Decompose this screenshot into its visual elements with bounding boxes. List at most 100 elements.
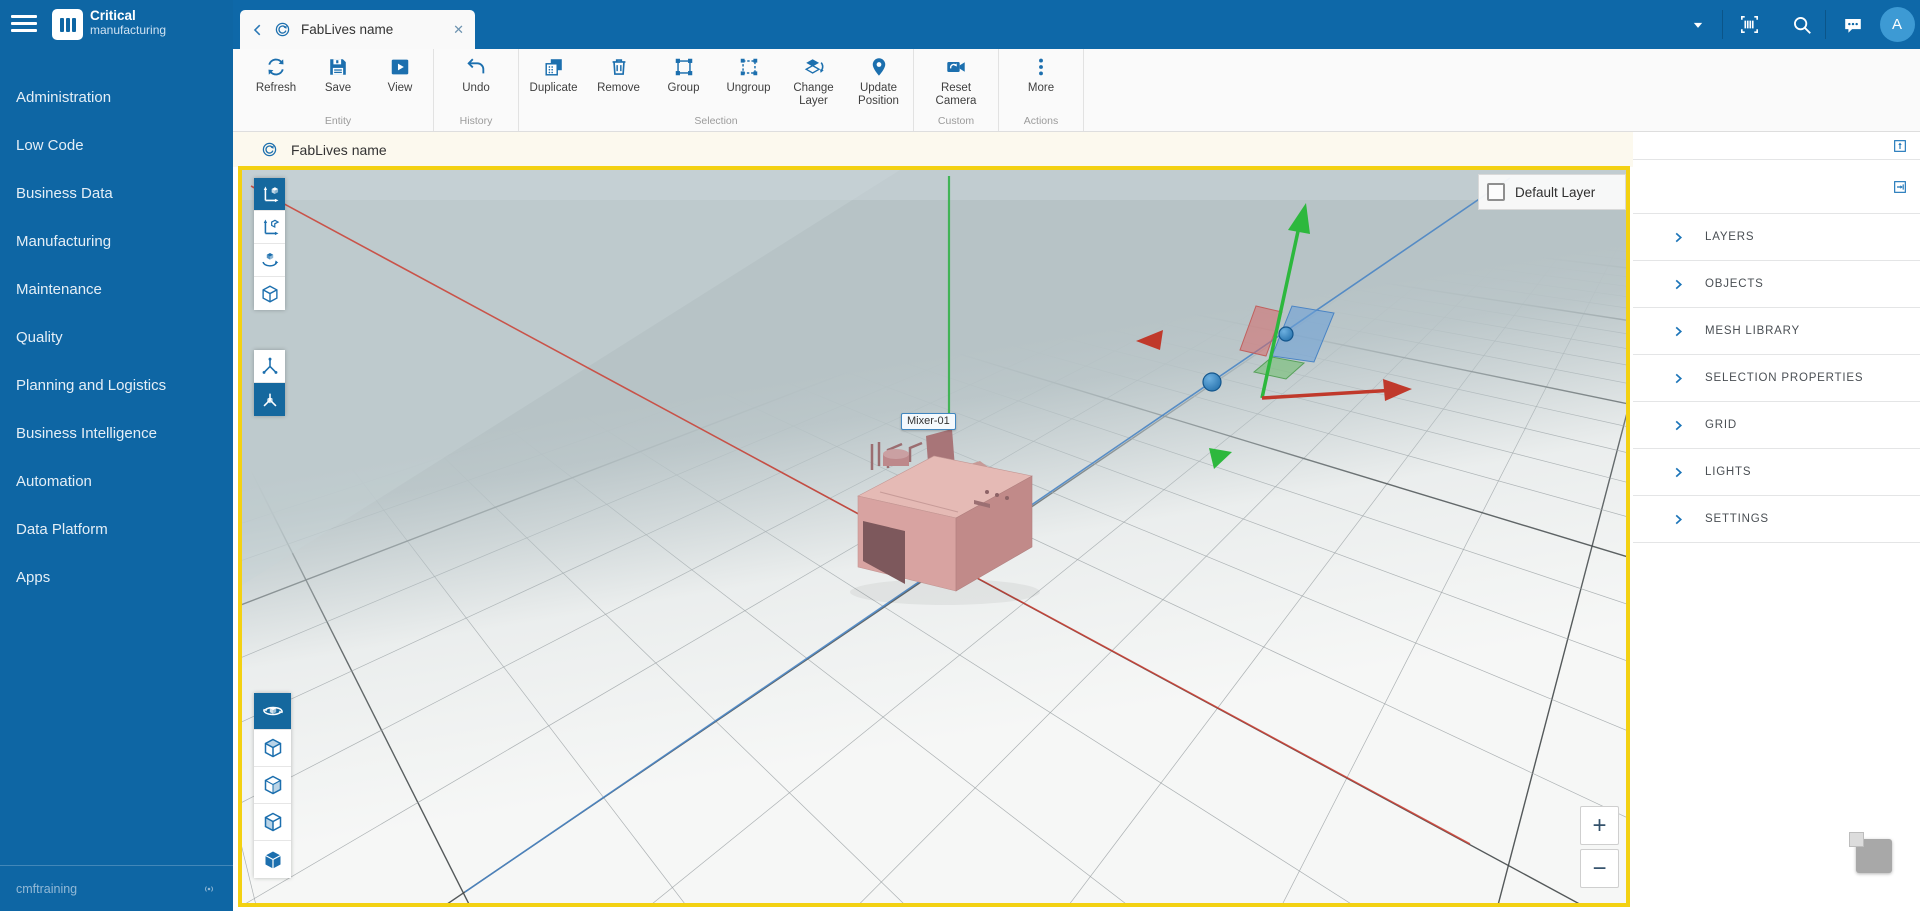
accordion-mesh-library[interactable]: MESH LIBRARY bbox=[1633, 308, 1920, 355]
sidebar-item-apps[interactable]: Apps bbox=[0, 553, 233, 601]
translate-tool-button[interactable] bbox=[254, 178, 285, 211]
more-dots-icon bbox=[1030, 56, 1052, 78]
button-label: Group bbox=[668, 82, 700, 95]
accordion-lights[interactable]: LIGHTS bbox=[1633, 449, 1920, 496]
button-label: Undo bbox=[462, 82, 490, 95]
sidebar-item-quality[interactable]: Quality bbox=[0, 313, 233, 361]
widget-thumbnail bbox=[1849, 832, 1864, 847]
translate-local-tool-button[interactable] bbox=[254, 211, 285, 244]
change-layer-button[interactable]: Change Layer bbox=[781, 49, 846, 115]
gizmo-sphere[interactable] bbox=[1203, 373, 1221, 391]
tab-title: FabLives name bbox=[301, 22, 393, 37]
search-icon[interactable] bbox=[1782, 0, 1822, 49]
group-label-custom: Custom bbox=[925, 115, 987, 131]
view-top-button[interactable] bbox=[254, 730, 291, 767]
local-axes-button[interactable] bbox=[254, 350, 285, 383]
chat-icon[interactable] bbox=[1833, 0, 1873, 49]
environment-name: cmftraining bbox=[16, 882, 77, 896]
accordion-label: SETTINGS bbox=[1705, 513, 1769, 525]
default-layer-chip: Default Layer bbox=[1478, 174, 1626, 210]
accordion-label: MESH LIBRARY bbox=[1705, 325, 1800, 337]
accordion-objects[interactable]: OBJECTS bbox=[1633, 261, 1920, 308]
trash-icon bbox=[608, 56, 630, 78]
undo-button[interactable]: Undo bbox=[445, 49, 507, 115]
zoom-out-button[interactable]: − bbox=[1580, 849, 1619, 888]
sidebar-item-maintenance[interactable]: Maintenance bbox=[0, 265, 233, 313]
sidebar-item-administration[interactable]: Administration bbox=[0, 73, 233, 121]
zoom-in-button[interactable]: + bbox=[1580, 806, 1619, 845]
hamburger-menu-icon[interactable] bbox=[11, 15, 37, 36]
reset-camera-button[interactable]: Reset Camera bbox=[925, 49, 987, 115]
rotate-icon bbox=[259, 249, 281, 271]
save-button[interactable]: Save bbox=[307, 49, 369, 115]
update-position-button[interactable]: Update Position bbox=[846, 49, 911, 115]
more-button[interactable]: More bbox=[1010, 49, 1072, 115]
global-axes-button[interactable] bbox=[254, 383, 285, 416]
tab-close-icon[interactable]: ✕ bbox=[453, 22, 464, 38]
user-avatar[interactable]: A bbox=[1874, 0, 1920, 49]
brand-line2: manufacturing bbox=[90, 24, 166, 38]
panel-up-icon[interactable] bbox=[1892, 138, 1908, 154]
view-iso-button[interactable] bbox=[254, 841, 291, 878]
sidebar-item-business-intelligence[interactable]: Business Intelligence bbox=[0, 409, 233, 457]
panel-right-icon[interactable] bbox=[1892, 179, 1908, 195]
sidebar-item-automation[interactable]: Automation bbox=[0, 457, 233, 505]
duplicate-icon bbox=[543, 56, 565, 78]
accordion-label: LAYERS bbox=[1705, 231, 1754, 243]
accordion-settings[interactable]: SETTINGS bbox=[1633, 496, 1920, 543]
view-button[interactable]: View bbox=[369, 49, 431, 115]
button-label: Change Layer bbox=[781, 82, 846, 108]
sidebar-item-low-code[interactable]: Low Code bbox=[0, 121, 233, 169]
chevron-right-icon bbox=[1673, 326, 1684, 337]
orbit-view-button[interactable] bbox=[254, 693, 291, 730]
accordion-layers[interactable]: LAYERS bbox=[1633, 214, 1920, 261]
group-label-history: History bbox=[445, 115, 507, 131]
sidebar-nav: Administration Low Code Business Data Ma… bbox=[0, 49, 233, 601]
object-label: Mixer-01 bbox=[901, 413, 956, 430]
refresh-button[interactable]: Refresh bbox=[245, 49, 307, 115]
remove-button[interactable]: Remove bbox=[586, 49, 651, 115]
chevron-right-icon bbox=[1673, 467, 1684, 478]
group-button[interactable]: Group bbox=[651, 49, 716, 115]
translate-icon bbox=[259, 183, 281, 205]
cube-view-2-icon bbox=[261, 773, 285, 797]
ribbon-toolbar: Refresh Save View Entity Undo bbox=[233, 49, 1920, 132]
back-chevron-icon[interactable] bbox=[251, 23, 265, 37]
axis-mode-tools bbox=[254, 350, 285, 416]
group-label-actions: Actions bbox=[1010, 115, 1072, 131]
brand-line1: Critical bbox=[90, 8, 166, 24]
sidebar-item-business-data[interactable]: Business Data bbox=[0, 169, 233, 217]
sidebar-item-planning-logistics[interactable]: Planning and Logistics bbox=[0, 361, 233, 409]
caret-down-icon[interactable] bbox=[1683, 0, 1713, 49]
button-label: Save bbox=[325, 82, 351, 95]
button-label: Ungroup bbox=[726, 82, 770, 95]
chevron-right-icon bbox=[1673, 420, 1684, 431]
breadcrumb-title: FabLives name bbox=[291, 142, 387, 158]
3d-scene[interactable] bbox=[242, 170, 1626, 903]
change-layer-icon bbox=[803, 56, 825, 78]
accordion-selection-properties[interactable]: SELECTION PROPERTIES bbox=[1633, 355, 1920, 402]
refresh-icon bbox=[265, 56, 287, 78]
view-side-button[interactable] bbox=[254, 767, 291, 804]
ungroup-button[interactable]: Ungroup bbox=[716, 49, 781, 115]
chevron-right-icon bbox=[1673, 232, 1684, 243]
accordion-grid[interactable]: GRID bbox=[1633, 402, 1920, 449]
connection-signal-icon[interactable] bbox=[201, 881, 217, 897]
app-window: Critical manufacturing Administration Lo… bbox=[0, 0, 1920, 911]
rotate-tool-button[interactable] bbox=[254, 244, 285, 277]
gizmo-sphere[interactable] bbox=[1279, 327, 1293, 341]
chevron-right-icon bbox=[1673, 514, 1684, 525]
minimized-widget-handle[interactable] bbox=[1856, 839, 1892, 873]
tab-fablives[interactable]: FabLives name ✕ bbox=[240, 10, 475, 49]
view-front-button[interactable] bbox=[254, 804, 291, 841]
sidebar: Critical manufacturing Administration Lo… bbox=[0, 0, 233, 911]
barcode-icon[interactable] bbox=[1729, 0, 1769, 49]
scale-tool-button[interactable] bbox=[254, 277, 285, 310]
cube-view-3-icon bbox=[261, 810, 285, 834]
sidebar-item-manufacturing[interactable]: Manufacturing bbox=[0, 217, 233, 265]
accordion-label: SELECTION PROPERTIES bbox=[1705, 372, 1863, 384]
default-layer-checkbox[interactable] bbox=[1487, 183, 1505, 201]
sidebar-item-data-platform[interactable]: Data Platform bbox=[0, 505, 233, 553]
duplicate-button[interactable]: Duplicate bbox=[521, 49, 586, 115]
chevron-right-icon bbox=[1673, 373, 1684, 384]
